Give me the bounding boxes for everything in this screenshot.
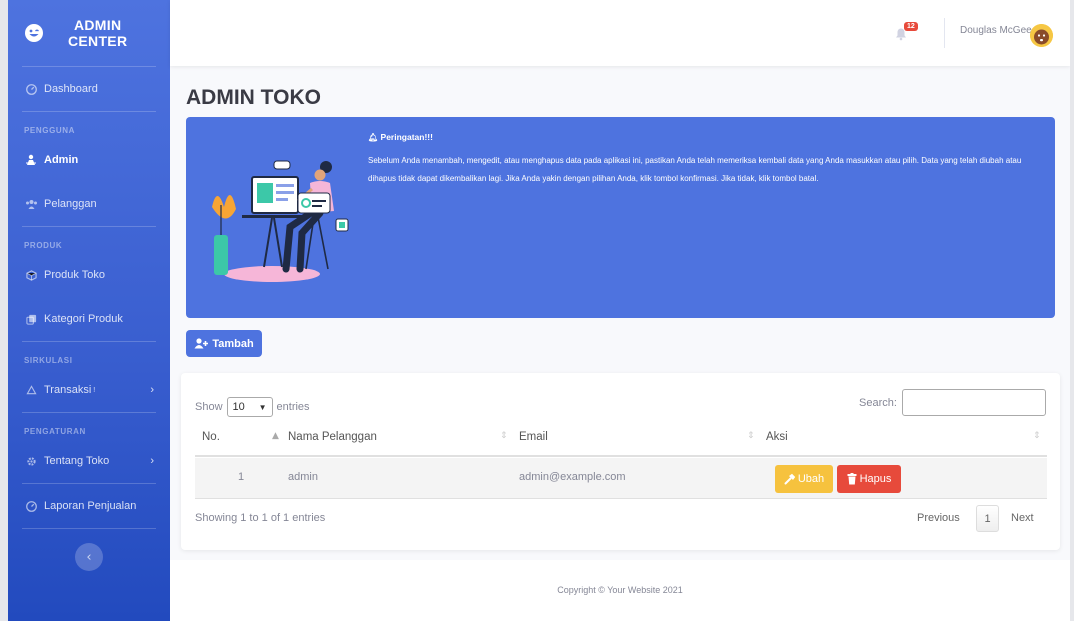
footer: Copyright © Your Website 2021 [170,560,1070,621]
user-shield-icon [24,153,38,167]
sidebar-item-label: Kategori Produk [44,313,123,325]
dashboard-icon [24,499,38,513]
show-label: Show [195,401,223,413]
sidebar-item-laporan-penjualan[interactable]: Laporan Penjualan [8,484,170,528]
sidebar-item-pelanggan[interactable]: Pelanggan [8,182,170,226]
cell-nama: admin [288,471,318,483]
topbar: 12 Douglas McGee [170,0,1070,66]
brand-line-1: ADMIN [73,17,122,33]
sidebar-item-label: Tentang Toko [44,455,110,467]
hammer-icon [784,473,796,485]
table-card: Show 10 ▼ entries Search: No. ▲ Nama Pel… [181,373,1060,550]
sidebar-item-produk-toko[interactable]: Produk Toko [8,253,170,297]
trash-icon [847,473,857,485]
chevron-right-icon: › [150,384,154,396]
bell-icon: 🔔︎ [368,133,379,142]
sidebar-item-label: Admin [44,154,79,166]
pagination-page-1[interactable]: 1 [976,505,999,532]
entries-select[interactable]: 10 ▼ [226,397,273,417]
column-header-aksi[interactable]: Aksi [766,431,788,443]
entries-select-value: 10 [232,401,245,413]
copy-icon [24,312,38,326]
brand[interactable]: ADMIN CENTER [8,0,170,66]
sidebar-item-label: Produk Toko [44,269,105,281]
sort-asc-icon: ▲ [272,431,279,441]
user-plus-icon [194,338,209,349]
sidebar-item-kategori-produk[interactable]: Kategori Produk [8,297,170,341]
sidebar-toggle-button[interactable]: ‹ [75,543,103,571]
alert-title: 🔔︎ Peringatan!!! [368,132,433,142]
alert-count-badge: 12 [904,22,918,31]
topbar-divider [944,18,945,48]
sort-icon: ⇕ [500,431,508,441]
column-header-email[interactable]: Email [519,431,548,443]
app-frame: ADMIN CENTER Dashboard PENGGUNA Admin Pe… [8,0,1070,621]
sidebar-item-label: Pelanggan [44,198,97,210]
cell-email: admin@example.com [519,471,626,483]
search-label: Search: [859,397,897,409]
users-icon [24,197,38,211]
column-header-nama[interactable]: Nama Pelanggan [288,431,377,443]
laugh-wink-icon [25,24,43,42]
avatar[interactable] [1030,24,1053,47]
cell-no: 1 [238,471,245,483]
entries-length-control: Show 10 ▼ entries [195,397,310,417]
copyright: Copyright © Your Website 2021 [557,585,683,595]
user-name[interactable]: Douglas McGee [960,25,1032,36]
dashboard-icon [24,82,38,96]
column-header-no[interactable]: No. [202,431,220,443]
brand-title: ADMIN CENTER [68,17,127,49]
sidebar: ADMIN CENTER Dashboard PENGGUNA Admin Pe… [8,0,170,621]
sidebar-heading-produk: PRODUK [24,241,63,250]
edit-button-label: Ubah [797,473,825,485]
sort-icon: ⇕ [747,431,755,441]
transaksi-badge: ! [93,386,96,394]
chevron-down-icon: ▼ [258,402,267,412]
alert-body: Sebelum Anda menambah, mengedit, atau me… [368,156,1022,183]
sidebar-item-tentang-toko[interactable]: Tentang Toko › [8,439,170,483]
table-row-divider [195,498,1047,499]
table-header-divider [195,455,1047,457]
recycle-icon [24,383,38,397]
delete-button-label: Hapus [859,473,892,485]
cog-icon [24,454,38,468]
chevron-right-icon: › [150,455,154,467]
brand-line-2: CENTER [68,33,128,49]
search-input[interactable] [902,389,1046,416]
sidebar-heading-sirkulasi: SIRKULASI [24,356,73,365]
pagination-previous[interactable]: Previous [917,512,960,524]
sidebar-heading-pengaturan: PENGATURAN [24,427,86,436]
sidebar-divider [22,528,156,529]
entries-label: entries [276,401,310,413]
sidebar-item-label: Transaksi [44,384,92,396]
alert-title-text: Peringatan!!! [380,132,433,142]
add-button-label: Tambah [212,337,254,350]
edit-button[interactable]: Ubah [775,465,833,493]
add-button[interactable]: Tambah [186,330,262,357]
sidebar-item-admin[interactable]: Admin [8,138,170,182]
sidebar-item-dashboard[interactable]: Dashboard [8,67,170,111]
delete-button[interactable]: Hapus [837,465,901,493]
sidebar-item-label: Laporan Penjualan [44,500,137,512]
pagination-next[interactable]: Next [1011,512,1034,524]
box-icon [24,268,38,282]
page-title: ADMIN TOKO [186,86,321,109]
avatar-face-icon [1030,24,1053,47]
chevron-left-icon: ‹ [86,549,92,565]
sidebar-heading-pengguna: PENGGUNA [24,126,76,135]
warning-banner: 🔔︎ Peringatan!!! Sebelum Anda menambah, … [186,117,1055,318]
sort-icon: ⇕ [1033,431,1041,441]
sidebar-item-transaksi[interactable]: Transaksi! › [8,368,170,412]
table-info: Showing 1 to 1 of 1 entries [195,512,326,524]
working-person-illustration [212,160,349,282]
sidebar-item-label: Dashboard [44,83,98,95]
